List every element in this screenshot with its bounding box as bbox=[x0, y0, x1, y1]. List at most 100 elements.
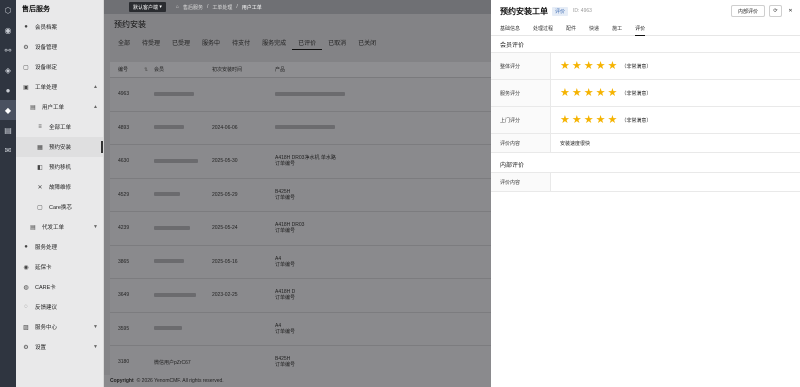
product-cell: A4 订单编号 bbox=[275, 323, 491, 335]
column-header-member[interactable]: 会员 bbox=[154, 66, 212, 73]
column-header-id[interactable]: 编号 bbox=[110, 66, 144, 73]
rating-row: 上门评分 ★ ★ ★ ★ ★ （非常满意） bbox=[491, 107, 800, 134]
status-tab[interactable]: 全部 bbox=[112, 38, 136, 50]
column-header-product[interactable]: 产品 bbox=[275, 66, 491, 73]
product-cell: B425H 订单编号 bbox=[275, 189, 491, 201]
column-header-install-date[interactable]: 初次安装时间 bbox=[212, 66, 275, 73]
status-tab[interactable]: 已取消 bbox=[322, 38, 352, 50]
shield-icon[interactable]: ◆ bbox=[0, 100, 16, 120]
copyright-label: Copyright bbox=[110, 378, 134, 384]
status-tab[interactable]: 已评价 bbox=[292, 38, 323, 50]
sidebar-item-service-center[interactable]: ▨ 服务中心 ▼ bbox=[16, 317, 103, 337]
sidebar-item-ticket-processing[interactable]: ▣ 工单处理 ▲ bbox=[16, 77, 103, 97]
ticket-id-cell: 3865 bbox=[118, 258, 130, 265]
install-date-cell: 2024-06-06 bbox=[212, 124, 238, 131]
home-icon[interactable]: ⌂ bbox=[176, 4, 179, 10]
member-redacted bbox=[154, 125, 184, 130]
ticket-icon: ▣ bbox=[23, 84, 29, 91]
table-row[interactable]: 4963 bbox=[110, 78, 491, 112]
table-row[interactable]: 3595 A4 订单编号 bbox=[110, 313, 491, 346]
product-cell: A418H D 订单编号 bbox=[275, 289, 491, 301]
mail-icon[interactable]: ✉ bbox=[0, 140, 16, 160]
internal-comment-row: 评价内容 bbox=[491, 173, 800, 192]
table-row[interactable]: 3649 2023-02-25 A418H D 订单编号 bbox=[110, 279, 491, 313]
sidebar-item-warranty-card[interactable]: ◉ 延保卡 bbox=[16, 257, 103, 277]
status-tab[interactable]: 已关闭 bbox=[352, 38, 382, 50]
user-icon[interactable]: ◉ bbox=[0, 20, 16, 40]
device-icon: ⚙ bbox=[23, 44, 29, 51]
person-icon[interactable]: ● bbox=[0, 80, 16, 100]
sidebar-item-settings[interactable]: ⚙ 设置 ▼ bbox=[16, 337, 103, 357]
drawer-tab[interactable]: 基础信息 bbox=[500, 22, 520, 35]
gear-icon: ⚙ bbox=[23, 344, 29, 351]
status-badge: 评价 bbox=[552, 6, 569, 16]
rating-value: ★ ★ ★ ★ ★ （非常满意） bbox=[551, 80, 800, 106]
sidebar-item-feedback[interactable]: ◌ 反馈建议 bbox=[16, 297, 103, 317]
table-row[interactable]: 3865 2025-05-16 A4 订单编号 bbox=[110, 246, 491, 279]
order-prefix: 订单编号 bbox=[275, 161, 296, 168]
sidebar-item-service-processing[interactable]: ● 服务处理 bbox=[16, 237, 103, 257]
member-redacted bbox=[154, 292, 196, 297]
sidebar-item-label: 设备绑定 bbox=[35, 65, 58, 71]
rating-note: （非常满意） bbox=[621, 90, 652, 97]
rating-row: 整体评分 ★ ★ ★ ★ ★ （非常满意） bbox=[491, 53, 800, 80]
sidebar-item-user-tickets[interactable]: ▤ 用户工单 ▲ bbox=[16, 97, 103, 117]
sidebar-item-label: 故障维修 bbox=[49, 185, 72, 191]
ticket-id-cell: 3180 bbox=[118, 359, 130, 366]
product-cell: A418H DR03 订单编号 bbox=[275, 222, 491, 234]
share-icon[interactable]: ⚯ bbox=[0, 40, 16, 60]
member-redacted bbox=[154, 326, 182, 331]
internal-review-button[interactable]: 内部评价 bbox=[731, 5, 765, 17]
status-tab[interactable]: 待支付 bbox=[226, 38, 256, 50]
close-icon[interactable]: ✕ bbox=[784, 5, 797, 17]
sidebar-item-device-management[interactable]: ⚙ 设备管理 bbox=[16, 37, 103, 57]
sidebar-item-member-archive[interactable]: ● 会员档案 bbox=[16, 17, 103, 37]
drawer-tab[interactable]: 处理过程 bbox=[533, 22, 553, 35]
user-ticket-icon: ▤ bbox=[30, 104, 36, 111]
app-page: ⬡ ◉ ⚯ ◈ ● ◆ ▤ ✉ 售后服务 ● 会员档案 ⚙ 设备管理 ▢ 设备绑定 ▣… bbox=[0, 0, 800, 387]
status-tab[interactable]: 待受理 bbox=[136, 38, 166, 50]
org-switch-button[interactable]: 默认客户端 ▾ bbox=[129, 2, 166, 12]
status-tab[interactable]: 已受理 bbox=[166, 38, 196, 50]
sidebar-item-all-tickets[interactable]: ≡ 全部工单 bbox=[16, 117, 103, 137]
breadcrumb-current: 用户工单 bbox=[241, 4, 262, 11]
sidebar-item-device-binding[interactable]: ▢ 设备绑定 bbox=[16, 57, 103, 77]
install-date-cell: 2023-02-25 bbox=[212, 292, 238, 299]
drawer-tab[interactable]: 施工 bbox=[612, 22, 622, 35]
sidebar-item-relocation[interactable]: ◧ 预约移机 bbox=[16, 157, 103, 177]
layers-icon[interactable]: ◈ bbox=[0, 60, 16, 80]
status-tab[interactable]: 服务完成 bbox=[256, 38, 292, 50]
breadcrumb-item[interactable]: 售后服务 bbox=[183, 4, 203, 11]
table-row[interactable]: 4893 2024-06-06 bbox=[110, 112, 491, 145]
star-icon: ★ bbox=[583, 113, 594, 126]
sidebar-item-care-filter[interactable]: ▢ Care换芯 bbox=[16, 197, 103, 217]
sidebar-item-label: 预约安装 bbox=[49, 145, 72, 151]
document-icon[interactable]: ▤ bbox=[0, 120, 16, 140]
table-row[interactable]: 4630 2025-05-30 A418H DR03净水机 单水路 订单编号 bbox=[110, 145, 491, 179]
sidebar-item-dispatch-tickets[interactable]: ▤ 代发工单 ▼ bbox=[16, 217, 103, 237]
rating-note: （非常满意） bbox=[621, 117, 652, 124]
home-icon[interactable]: ⬡ bbox=[0, 0, 16, 20]
drawer-tab[interactable]: 快递 bbox=[589, 22, 599, 35]
drawer-tab[interactable]: 配件 bbox=[566, 22, 576, 35]
member-cell bbox=[154, 91, 212, 97]
member-cell bbox=[154, 326, 212, 332]
member-cell bbox=[154, 292, 212, 298]
drawer-title: 预约安装工单 bbox=[500, 6, 548, 16]
refresh-icon[interactable]: ⟳ bbox=[769, 5, 782, 17]
table-row[interactable]: 4239 2025-05-24 A418H DR03 订单编号 bbox=[110, 212, 491, 246]
breadcrumb-separator: / bbox=[236, 4, 238, 10]
member-cell bbox=[154, 259, 212, 265]
member-redacted bbox=[154, 225, 190, 230]
sidebar-item-install-booking[interactable]: ▦ 预约安装 bbox=[16, 137, 103, 157]
table-row[interactable]: 4529 2025-05-29 B425H 订单编号 bbox=[110, 179, 491, 212]
sidebar-item-care-card[interactable]: ◍ CARE卡 bbox=[16, 277, 103, 297]
status-tab[interactable]: 服务中 bbox=[196, 38, 226, 50]
rating-rows: 整体评分 ★ ★ ★ ★ ★ （非常满意） 服务评分 ★ ★ ★ ★ ★ （非常满意） 上门评分… bbox=[491, 53, 800, 134]
filter-icon: ▢ bbox=[37, 204, 43, 211]
drawer-tab[interactable]: 评价 bbox=[635, 22, 646, 36]
sort-icon[interactable]: ⇅ bbox=[144, 67, 154, 73]
breadcrumb-item[interactable]: 工单处理 bbox=[212, 4, 232, 11]
sidebar-item-repair[interactable]: ✕ 故障维修 bbox=[16, 177, 103, 197]
internal-review-table: 评价内容 bbox=[491, 172, 800, 192]
